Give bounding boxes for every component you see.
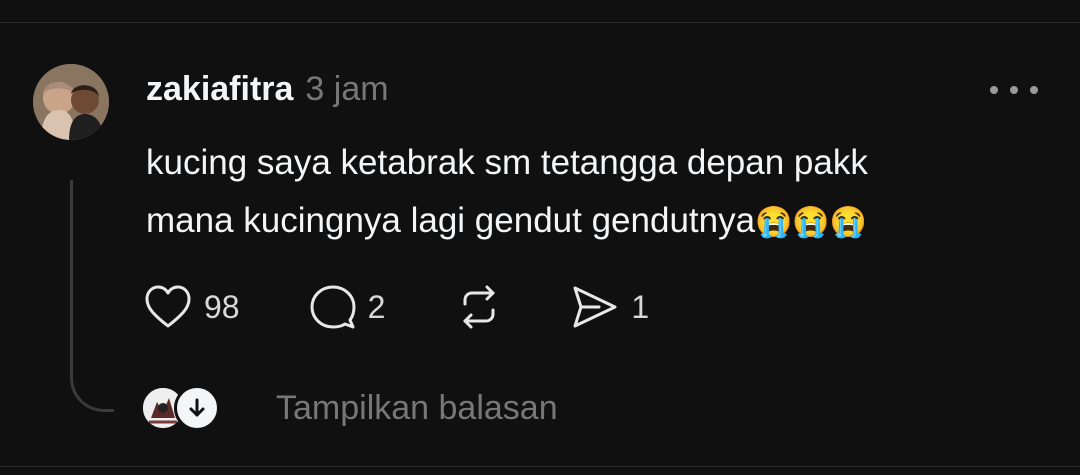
post-text-line-2-text: mana kucingnya lagi gendut gendutnya [146,201,756,240]
more-options-button[interactable] [990,80,1038,100]
send-icon [573,286,617,328]
share-button[interactable]: 1 [571,284,649,330]
expand-replies-button[interactable] [174,385,220,431]
like-button[interactable]: 98 [144,284,240,330]
comment-icon [310,285,356,329]
more-horizontal-icon [990,86,998,94]
post-text-line-2: mana kucingnya lagi gendut gendutnya😭😭😭 [146,192,1026,252]
comment-button[interactable]: 2 [310,284,386,330]
username[interactable]: zakiafitra [146,70,293,109]
repost-icon [463,285,495,329]
repost-button[interactable] [455,284,503,330]
arrow-down-icon [189,398,205,417]
post-header: zakiafitra 3 jam [146,70,389,114]
post-text-line-1: kucing saya ketabrak sm tetangga depan p… [146,143,868,182]
user-avatar[interactable] [33,64,109,140]
share-count: 1 [631,288,650,325]
heart-icon [145,285,191,328]
comment-count: 2 [367,288,386,325]
replies-row: Tampilkan balasan [140,385,558,431]
post-body: kucing saya ketabrak sm tetangga depan p… [146,134,1026,252]
thread-line [70,180,114,412]
post-timestamp: 3 jam [305,70,389,108]
action-bar: 98 2 1 [144,282,649,332]
avatar-photo [33,64,109,140]
more-dot [1030,86,1038,94]
crying-emoji: 😭😭😭 [755,206,868,239]
bottom-divider [0,466,1080,467]
top-divider [0,22,1080,23]
show-replies-link[interactable]: Tampilkan balasan [276,389,558,428]
like-count: 98 [204,288,240,325]
more-dot [1010,86,1018,94]
